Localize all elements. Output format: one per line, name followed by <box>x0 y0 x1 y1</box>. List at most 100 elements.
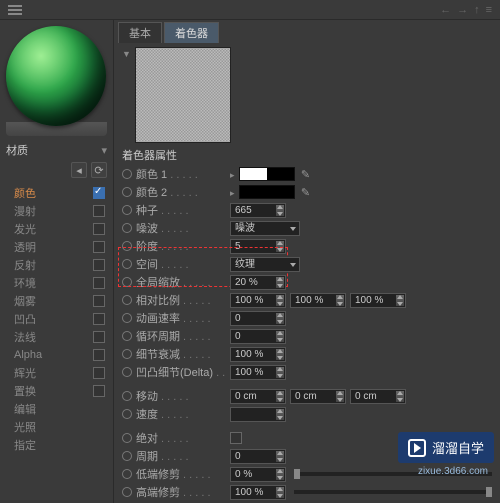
channel-烟雾[interactable]: 烟雾 <box>0 292 113 310</box>
input-rel-scale-x[interactable]: 100 % <box>230 293 286 308</box>
input-rel-scale-y[interactable]: 100 % <box>290 293 346 308</box>
collapse-icon[interactable]: ▼ <box>122 49 131 59</box>
input-delta[interactable]: 100 % <box>230 365 286 380</box>
channel-法线[interactable]: 法线 <box>0 328 113 346</box>
radio-rel-scale[interactable] <box>122 295 132 305</box>
input-loop[interactable]: 0 <box>230 329 286 344</box>
input-global-scale[interactable]: 20 % <box>230 275 286 290</box>
radio-speed[interactable] <box>122 409 132 419</box>
channel-checkbox[interactable] <box>93 277 105 289</box>
radio-cycle[interactable] <box>122 451 132 461</box>
radio-color2[interactable] <box>122 187 132 197</box>
label-move: 移动 <box>136 388 226 404</box>
radio-anim-speed[interactable] <box>122 313 132 323</box>
label-space: 空间 <box>136 256 226 272</box>
radio-seed[interactable] <box>122 205 132 215</box>
radio-move[interactable] <box>122 391 132 401</box>
input-move-z[interactable]: 0 cm <box>350 389 406 404</box>
input-rel-scale-z[interactable]: 100 % <box>350 293 406 308</box>
channel-label: 颜色 <box>14 185 36 201</box>
input-speed[interactable] <box>230 407 286 422</box>
channel-label: 透明 <box>14 239 36 255</box>
radio-low-clip[interactable] <box>122 469 132 479</box>
input-move-y[interactable]: 0 cm <box>290 389 346 404</box>
channel-凹凸[interactable]: 凹凸 <box>0 310 113 328</box>
material-preview[interactable] <box>6 26 106 126</box>
channel-checkbox[interactable] <box>93 367 105 379</box>
channel-label: 辉光 <box>14 365 36 381</box>
swatch-color1[interactable] <box>239 167 295 181</box>
input-detail-att[interactable]: 100 % <box>230 347 286 362</box>
tab-basic[interactable]: 基本 <box>118 22 162 43</box>
channel-指定[interactable]: 指定 <box>0 436 113 454</box>
channel-checkbox[interactable] <box>93 331 105 343</box>
combo-space[interactable]: 纹理 <box>230 257 300 272</box>
nav-menu-icon[interactable]: ≡ <box>486 4 492 16</box>
channel-label: 漫射 <box>14 203 36 219</box>
input-low-clip[interactable]: 0 % <box>230 467 286 482</box>
input-seed[interactable]: 665 <box>230 203 286 218</box>
label-cycle: 周期 <box>136 448 226 464</box>
channel-checkbox[interactable] <box>93 385 105 397</box>
nav-up-icon[interactable]: ↑ <box>474 4 480 16</box>
radio-absolute[interactable] <box>122 433 132 443</box>
channel-发光[interactable]: 发光 <box>0 220 113 238</box>
channel-checkbox[interactable] <box>93 349 105 361</box>
channel-光照[interactable]: 光照 <box>0 418 113 436</box>
label-detail-att: 细节衰减 <box>136 346 226 362</box>
radio-global-scale[interactable] <box>122 277 132 287</box>
refresh-button[interactable]: ⟳ <box>91 162 107 178</box>
channel-label: 反射 <box>14 257 36 273</box>
radio-high-clip[interactable] <box>122 487 132 497</box>
channel-置换[interactable]: 置换 <box>0 382 113 400</box>
channel-checkbox[interactable] <box>93 223 105 235</box>
prev-button[interactable]: ◂ <box>71 162 87 178</box>
label-loop: 循环周期 <box>136 328 226 344</box>
radio-noise[interactable] <box>122 223 132 233</box>
radio-loop[interactable] <box>122 331 132 341</box>
channel-Alpha[interactable]: Alpha <box>0 346 113 364</box>
channel-颜色[interactable]: 颜色 <box>0 184 113 202</box>
input-anim-speed[interactable]: 0 <box>230 311 286 326</box>
channel-透明[interactable]: 透明 <box>0 238 113 256</box>
input-cycle[interactable]: 0 <box>230 449 286 464</box>
menu-icon[interactable] <box>8 5 22 15</box>
chevron-icon[interactable]: ▸ <box>230 188 235 199</box>
watermark-url: zixue.3d66.com <box>418 466 488 477</box>
channel-checkbox[interactable] <box>93 259 105 271</box>
eyedropper-icon[interactable]: ✎ <box>299 167 313 181</box>
channel-checkbox[interactable] <box>93 295 105 307</box>
texture-preview[interactable] <box>135 47 231 143</box>
swatch-color2[interactable] <box>239 185 295 199</box>
checkbox-absolute[interactable] <box>230 432 242 444</box>
channel-环境[interactable]: 环境 <box>0 274 113 292</box>
nav-back-icon[interactable]: ← <box>440 4 451 16</box>
combo-noise[interactable]: 噪波 <box>230 221 300 236</box>
channel-漫射[interactable]: 漫射 <box>0 202 113 220</box>
channel-checkbox[interactable] <box>93 205 105 217</box>
channel-checkbox[interactable] <box>93 313 105 325</box>
channel-checkbox[interactable] <box>93 187 105 199</box>
radio-space[interactable] <box>122 259 132 269</box>
chevron-icon[interactable]: ▸ <box>230 170 235 181</box>
slider-high-clip[interactable] <box>294 490 492 494</box>
channel-辉光[interactable]: 辉光 <box>0 364 113 382</box>
nav-forward-icon[interactable]: → <box>457 4 468 16</box>
input-high-clip[interactable]: 100 % <box>230 485 286 500</box>
label-octaves: 阶度 <box>136 238 226 254</box>
chevron-down-icon[interactable]: ▾ <box>101 144 107 157</box>
radio-octaves[interactable] <box>122 241 132 251</box>
input-octaves[interactable]: 5 <box>230 239 286 254</box>
input-move-x[interactable]: 0 cm <box>230 389 286 404</box>
channel-checkbox[interactable] <box>93 241 105 253</box>
label-absolute: 绝对 <box>136 430 226 446</box>
label-low-clip: 低端修剪 <box>136 466 226 482</box>
eyedropper-icon[interactable]: ✎ <box>299 185 313 199</box>
channel-反射[interactable]: 反射 <box>0 256 113 274</box>
radio-detail-att[interactable] <box>122 349 132 359</box>
tab-shader[interactable]: 着色器 <box>164 22 219 43</box>
radio-delta[interactable] <box>122 367 132 377</box>
section-heading: 着色器属性 <box>122 147 492 163</box>
channel-编辑[interactable]: 编辑 <box>0 400 113 418</box>
radio-color1[interactable] <box>122 169 132 179</box>
